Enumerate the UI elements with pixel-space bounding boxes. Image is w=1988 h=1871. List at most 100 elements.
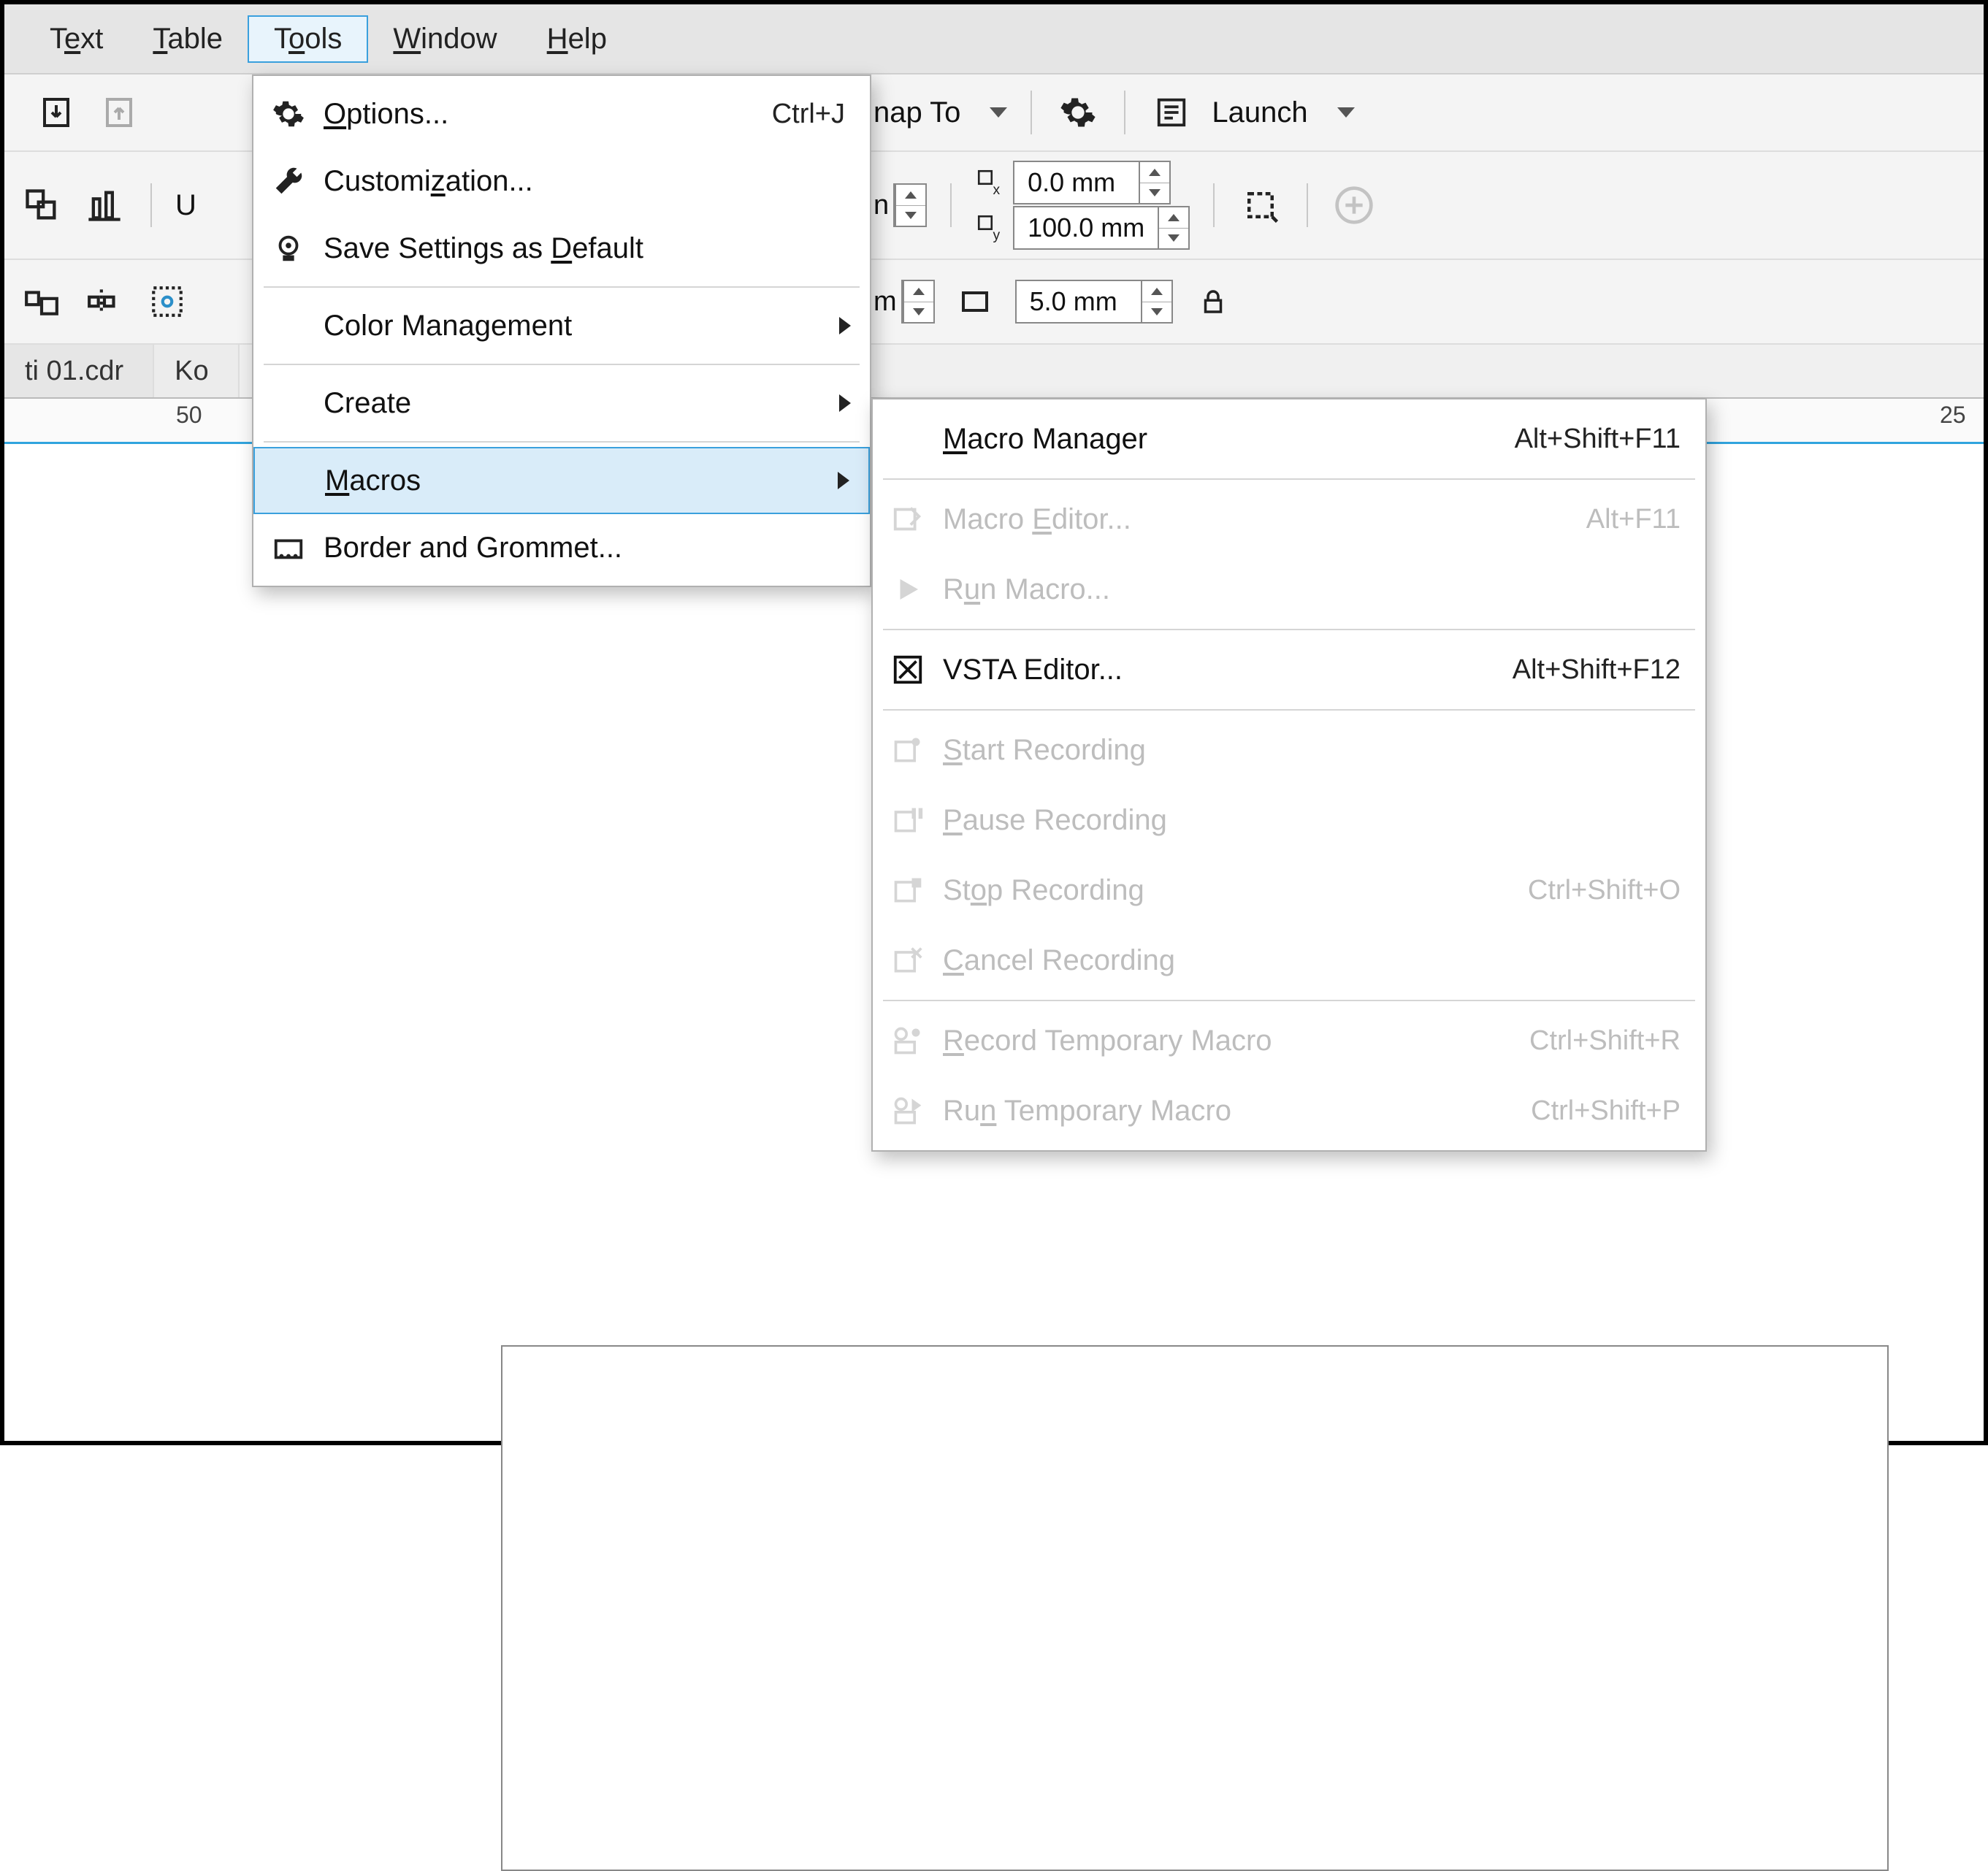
menu-options-shortcut: Ctrl+J [772,99,851,130]
menubar: Text Table Tools Window Help [4,4,1984,74]
record-temp-macro: Record Temporary Macro Ctrl+Shift+R [873,1006,1705,1076]
svg-text:x: x [993,183,1001,198]
run-temp-shortcut: Ctrl+Shift+P [1531,1095,1686,1127]
menu-table[interactable]: Table [128,15,248,63]
tab-next[interactable]: Ko [154,345,239,397]
pause-recording: Pause Recording [873,785,1705,855]
tab-next-label: Ko [175,356,208,387]
align-bottom-icon[interactable] [82,183,127,228]
vsta-icon [873,653,943,686]
menu-text[interactable]: Text [25,15,128,63]
separator [264,364,860,365]
macro-editor-label: Macro Editor... [943,503,1586,536]
run-macro-label: Run Macro... [943,573,1686,606]
svg-text:y: y [993,228,1001,243]
vsta-editor[interactable]: VSTA Editor... Alt+Shift+F12 [873,635,1705,705]
menu-border-grommet[interactable]: Border and Grommet... [253,514,870,581]
separator [950,183,952,227]
stop-recording-label: Stop Recording [943,874,1528,907]
menu-save-default-label: Save Settings as Default [324,232,851,265]
snap-to-label[interactable]: nap To [873,96,960,129]
separator [883,478,1695,480]
separator [883,1000,1695,1001]
gap-input[interactable]: 5.0 mm [1015,280,1173,324]
group-icon[interactable] [19,183,64,228]
menu-color-mgmt-label: Color Management [324,310,839,343]
m-spinner[interactable] [901,280,935,324]
export-down-icon[interactable] [34,90,79,135]
rectangle-tool-icon[interactable] [952,279,998,324]
macro-editor: Macro Editor... Alt+F11 [873,484,1705,554]
ruler-tick-50: 50 [176,402,202,429]
menu-macros[interactable]: Macros [253,447,870,514]
wrench-icon [253,164,324,198]
n-suffix: n [873,190,889,221]
submenu-arrow-icon [839,317,851,334]
cancel-recording-label: Cancel Recording [943,944,1686,977]
page-outline [501,1345,1889,1871]
pos-x-input[interactable]: 0.0 mm [1013,161,1171,204]
units-label-fragment: U [175,189,196,222]
separator [264,286,860,288]
macros-submenu: Macro Manager Alt+Shift+F11 Macro Editor… [871,398,1707,1152]
separator [1031,91,1032,134]
menu-save-default[interactable]: Save Settings as Default [253,215,870,282]
stop-record-icon [873,874,943,906]
launch-label[interactable]: Launch [1212,96,1307,129]
menu-border-grommet-label: Border and Grommet... [324,532,851,565]
launch-list-icon[interactable] [1149,90,1194,135]
menu-macros-label: Macros [325,464,838,497]
play-icon [873,574,943,605]
lock-icon[interactable] [1190,279,1236,324]
menu-customization-label: Customization... [324,165,851,198]
pause-recording-label: Pause Recording [943,804,1686,837]
center-page-icon[interactable] [145,279,190,324]
macro-manager[interactable]: Macro Manager Alt+Shift+F11 [873,404,1705,474]
pos-x-icon: x [975,167,1006,198]
separator [883,629,1695,630]
pos-y-icon: y [975,213,1006,243]
menu-options[interactable]: Options... Ctrl+J [253,80,870,148]
vsta-editor-shortcut: Alt+Shift+F12 [1513,654,1686,686]
separator [1213,183,1215,227]
editor-icon [873,502,943,536]
menu-color-management[interactable]: Color Management [253,292,870,359]
run-macro: Run Macro... [873,554,1705,624]
options-gear-icon[interactable] [1055,90,1101,135]
menu-options-label: Options... [324,98,772,131]
pause-record-icon [873,804,943,836]
menu-tools[interactable]: Tools [248,15,368,63]
add-icon[interactable] [1331,183,1377,228]
record-temp-icon [873,1025,943,1057]
align-left-objects-icon[interactable] [19,279,64,324]
pos-y-value: 100.0 mm [1014,207,1158,248]
n-spinner[interactable] [893,183,927,227]
bounding-box-icon[interactable] [1238,183,1283,228]
start-recording: Start Recording [873,715,1705,785]
separator [883,709,1695,711]
menu-customization[interactable]: Customization... [253,148,870,215]
macro-manager-shortcut: Alt+Shift+F11 [1515,424,1686,455]
grommet-icon [253,531,324,565]
run-temp-macro: Run Temporary Macro Ctrl+Shift+P [873,1076,1705,1146]
cancel-recording: Cancel Recording [873,925,1705,995]
record-temp-label: Record Temporary Macro [943,1025,1529,1057]
distribute-icon[interactable] [82,279,127,324]
snap-to-dropdown-icon[interactable] [990,107,1007,118]
separator [1307,183,1308,227]
menu-help[interactable]: Help [522,15,632,63]
macro-editor-shortcut: Alt+F11 [1586,504,1686,535]
launch-dropdown-icon[interactable] [1337,107,1355,118]
gear-save-icon [253,232,324,265]
run-temp-label: Run Temporary Macro [943,1095,1531,1128]
tab-active[interactable]: ti 01.cdr [4,345,154,397]
menu-window[interactable]: Window [368,15,521,63]
run-temp-icon [873,1095,943,1127]
separator [1124,91,1125,134]
submenu-arrow-icon [839,394,851,412]
record-temp-shortcut: Ctrl+Shift+R [1529,1025,1686,1057]
menu-create[interactable]: Create [253,370,870,437]
cancel-record-icon [873,944,943,976]
menu-create-label: Create [324,387,839,420]
pos-y-input[interactable]: 100.0 mm [1013,206,1190,250]
